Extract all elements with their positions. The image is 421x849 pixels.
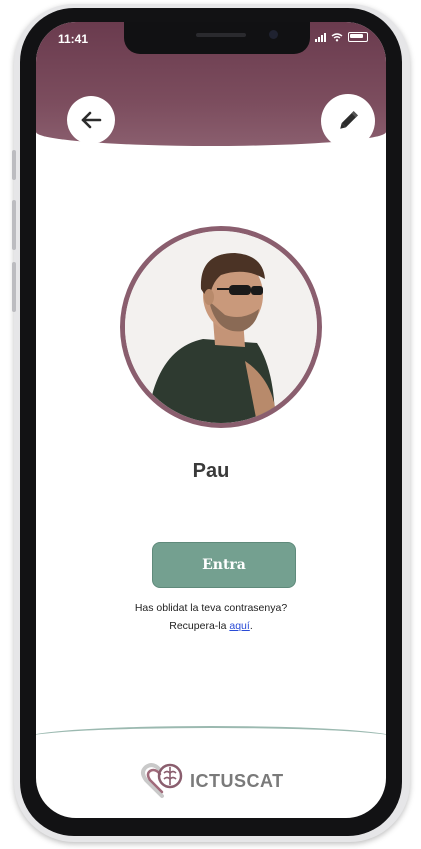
recover-prefix: Recupera-la (169, 620, 230, 632)
arrow-left-icon (81, 111, 102, 129)
speaker (196, 33, 246, 37)
status-time: 11:41 (58, 32, 89, 46)
app-screen: 11:41 Pau Entra Has oblidat la teva cont… (36, 22, 386, 818)
pencil-icon (340, 111, 358, 129)
side-button (12, 200, 16, 250)
wifi-icon (331, 32, 343, 41)
brand-name: ICTUSCAT (190, 770, 284, 791)
recover-password-link[interactable]: aquí (229, 620, 249, 632)
user-photo (125, 231, 317, 423)
edit-profile-button[interactable] (321, 94, 375, 148)
signal-icon (315, 32, 326, 42)
footer-logo: ICTUSCAT (140, 762, 284, 800)
footer-divider (36, 726, 386, 758)
recover-password-line: Recupera-la aquí. (36, 620, 386, 632)
side-button (12, 262, 16, 312)
notch (124, 22, 310, 54)
enter-button[interactable]: Entra (152, 542, 296, 588)
heart-brain-logo-icon (141, 763, 183, 798)
status-icons (315, 32, 368, 42)
back-button[interactable] (67, 96, 115, 144)
battery-icon (348, 32, 368, 42)
forgot-password-text: Has oblidat la teva contrasenya? (134, 602, 288, 614)
profile-name: Pau (192, 460, 230, 482)
avatar[interactable] (120, 226, 322, 428)
side-button (12, 150, 16, 180)
front-camera (269, 30, 278, 39)
recover-suffix: . (249, 620, 253, 632)
